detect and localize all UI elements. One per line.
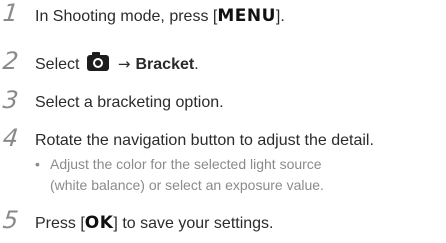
note-line-1: Adjust the color for the selected light … [50, 156, 322, 172]
step-number: 1 [1, 0, 20, 27]
step-text: Rotate the navigation button to adjust t… [35, 132, 374, 149]
step-number: 5 [1, 206, 20, 234]
step-note: • Adjust the color for the selected ligh… [35, 154, 435, 198]
bullet-icon: • [35, 156, 40, 172]
step-text: Select a bracketing option. [35, 94, 224, 111]
step-text: Press [OK] to save your settings. [35, 213, 274, 233]
step-number: 2 [1, 47, 20, 75]
menu-key: MENU [217, 6, 276, 26]
arrow-right-icon: → [117, 55, 131, 73]
ok-key: OK [84, 213, 114, 233]
note-line-2: (white balance) or select an exposure va… [50, 177, 324, 193]
step-number: 4 [1, 124, 20, 152]
step-text: Select → Bracket. [35, 52, 199, 73]
step-number: 3 [1, 86, 20, 114]
camera-icon [86, 52, 109, 71]
bracket-label: Bracket [135, 56, 195, 73]
step-text: In Shooting mode, press [MENU]. [35, 6, 285, 26]
